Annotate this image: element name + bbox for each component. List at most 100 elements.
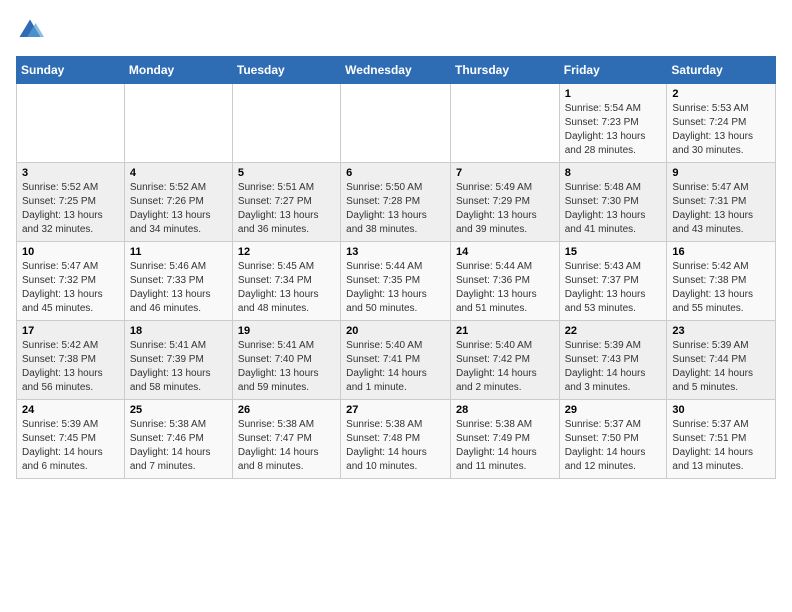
day-number: 22 bbox=[565, 325, 662, 337]
calendar-cell: 30 Sunrise: 5:37 AMSunset: 7:51 PMDayligh… bbox=[667, 400, 776, 479]
day-number: 1 bbox=[565, 88, 662, 100]
day-info: Sunrise: 5:38 AMSunset: 7:47 PMDaylight:… bbox=[238, 418, 335, 474]
day-number: 23 bbox=[672, 325, 770, 337]
calendar-cell: 29 Sunrise: 5:37 AMSunset: 7:50 PMDayligh… bbox=[559, 400, 667, 479]
day-info: Sunrise: 5:39 AMSunset: 7:45 PMDaylight:… bbox=[22, 418, 119, 474]
day-info: Sunrise: 5:54 AMSunset: 7:23 PMDaylight:… bbox=[565, 102, 662, 158]
calendar-cell: 20 Sunrise: 5:40 AMSunset: 7:41 PMDayligh… bbox=[341, 321, 451, 400]
day-info: Sunrise: 5:49 AMSunset: 7:29 PMDaylight:… bbox=[456, 181, 554, 237]
calendar-table: SundayMondayTuesdayWednesdayThursdayFrid… bbox=[16, 56, 776, 479]
weekday-header-friday: Friday bbox=[559, 57, 667, 84]
calendar-cell: 10Sunrise: 5:47 AMSunset: 7:32 PMDayligh… bbox=[17, 242, 125, 321]
calendar-cell: 13 Sunrise: 5:44 AMSunset: 7:35 PMDayligh… bbox=[341, 242, 451, 321]
weekday-header-monday: Monday bbox=[124, 57, 232, 84]
day-info: Sunrise: 5:52 AMSunset: 7:25 PMDaylight:… bbox=[22, 181, 119, 237]
calendar-cell bbox=[450, 84, 559, 163]
day-number: 9 bbox=[672, 167, 770, 179]
day-info: Sunrise: 5:40 AMSunset: 7:41 PMDaylight:… bbox=[346, 339, 445, 395]
day-number: 17 bbox=[22, 325, 119, 337]
day-info: Sunrise: 5:50 AMSunset: 7:28 PMDaylight:… bbox=[346, 181, 445, 237]
day-number: 11 bbox=[130, 246, 227, 258]
day-number: 13 bbox=[346, 246, 445, 258]
weekday-header-thursday: Thursday bbox=[450, 57, 559, 84]
calendar-cell: 2 Sunrise: 5:53 AMSunset: 7:24 PMDaylight… bbox=[667, 84, 776, 163]
calendar-cell: 19 Sunrise: 5:41 AMSunset: 7:40 PMDayligh… bbox=[232, 321, 340, 400]
calendar-cell: 23 Sunrise: 5:39 AMSunset: 7:44 PMDayligh… bbox=[667, 321, 776, 400]
calendar-cell: 25 Sunrise: 5:38 AMSunset: 7:46 PMDayligh… bbox=[124, 400, 232, 479]
calendar-cell bbox=[124, 84, 232, 163]
day-number: 15 bbox=[565, 246, 662, 258]
calendar-cell: 3 Sunrise: 5:52 AMSunset: 7:25 PMDaylight… bbox=[17, 163, 125, 242]
calendar-week-2: 3 Sunrise: 5:52 AMSunset: 7:25 PMDaylight… bbox=[17, 163, 776, 242]
day-number: 19 bbox=[238, 325, 335, 337]
day-number: 26 bbox=[238, 404, 335, 416]
day-number: 6 bbox=[346, 167, 445, 179]
calendar-header: SundayMondayTuesdayWednesdayThursdayFrid… bbox=[17, 57, 776, 84]
day-info: Sunrise: 5:39 AMSunset: 7:44 PMDaylight:… bbox=[672, 339, 770, 395]
day-number: 3 bbox=[22, 167, 119, 179]
day-info: Sunrise: 5:46 AMSunset: 7:33 PMDaylight:… bbox=[130, 260, 227, 316]
day-info: Sunrise: 5:48 AMSunset: 7:30 PMDaylight:… bbox=[565, 181, 662, 237]
day-number: 30 bbox=[672, 404, 770, 416]
calendar-cell: 11 Sunrise: 5:46 AMSunset: 7:33 PMDayligh… bbox=[124, 242, 232, 321]
calendar-cell bbox=[232, 84, 340, 163]
calendar-cell: 21Sunrise: 5:40 AMSunset: 7:42 PMDayligh… bbox=[450, 321, 559, 400]
day-number: 12 bbox=[238, 246, 335, 258]
day-info: Sunrise: 5:39 AMSunset: 7:43 PMDaylight:… bbox=[565, 339, 662, 395]
day-info: Sunrise: 5:41 AMSunset: 7:40 PMDaylight:… bbox=[238, 339, 335, 395]
day-number: 16 bbox=[672, 246, 770, 258]
calendar-cell: 16Sunrise: 5:42 AMSunset: 7:38 PMDayligh… bbox=[667, 242, 776, 321]
day-number: 28 bbox=[456, 404, 554, 416]
calendar-week-4: 17 Sunrise: 5:42 AMSunset: 7:38 PMDayligh… bbox=[17, 321, 776, 400]
calendar-cell: 9 Sunrise: 5:47 AMSunset: 7:31 PMDaylight… bbox=[667, 163, 776, 242]
day-info: Sunrise: 5:47 AMSunset: 7:31 PMDaylight:… bbox=[672, 181, 770, 237]
weekday-header-sunday: Sunday bbox=[17, 57, 125, 84]
day-info: Sunrise: 5:38 AMSunset: 7:46 PMDaylight:… bbox=[130, 418, 227, 474]
calendar-cell: 18 Sunrise: 5:41 AMSunset: 7:39 PMDayligh… bbox=[124, 321, 232, 400]
day-number: 5 bbox=[238, 167, 335, 179]
day-info: Sunrise: 5:37 AMSunset: 7:50 PMDaylight:… bbox=[565, 418, 662, 474]
day-info: Sunrise: 5:45 AMSunset: 7:34 PMDaylight:… bbox=[238, 260, 335, 316]
calendar-cell: 17 Sunrise: 5:42 AMSunset: 7:38 PMDayligh… bbox=[17, 321, 125, 400]
day-info: Sunrise: 5:51 AMSunset: 7:27 PMDaylight:… bbox=[238, 181, 335, 237]
day-number: 27 bbox=[346, 404, 445, 416]
day-info: Sunrise: 5:38 AMSunset: 7:49 PMDaylight:… bbox=[456, 418, 554, 474]
day-info: Sunrise: 5:43 AMSunset: 7:37 PMDaylight:… bbox=[565, 260, 662, 316]
weekday-header-tuesday: Tuesday bbox=[232, 57, 340, 84]
day-info: Sunrise: 5:44 AMSunset: 7:35 PMDaylight:… bbox=[346, 260, 445, 316]
calendar-cell: 8 Sunrise: 5:48 AMSunset: 7:30 PMDaylight… bbox=[559, 163, 667, 242]
calendar-cell: 15 Sunrise: 5:43 AMSunset: 7:37 PMDayligh… bbox=[559, 242, 667, 321]
day-info: Sunrise: 5:38 AMSunset: 7:48 PMDaylight:… bbox=[346, 418, 445, 474]
calendar-cell: 26 Sunrise: 5:38 AMSunset: 7:47 PMDayligh… bbox=[232, 400, 340, 479]
calendar-cell bbox=[17, 84, 125, 163]
calendar-cell: 1 Sunrise: 5:54 AMSunset: 7:23 PMDaylight… bbox=[559, 84, 667, 163]
day-info: Sunrise: 5:37 AMSunset: 7:51 PMDaylight:… bbox=[672, 418, 770, 474]
calendar-week-1: 1 Sunrise: 5:54 AMSunset: 7:23 PMDaylight… bbox=[17, 84, 776, 163]
day-number: 18 bbox=[130, 325, 227, 337]
calendar-cell: 14 Sunrise: 5:44 AMSunset: 7:36 PMDayligh… bbox=[450, 242, 559, 321]
logo-icon bbox=[16, 16, 44, 44]
day-number: 14 bbox=[456, 246, 554, 258]
day-info: Sunrise: 5:52 AMSunset: 7:26 PMDaylight:… bbox=[130, 181, 227, 237]
day-number: 20 bbox=[346, 325, 445, 337]
calendar-cell: 28 Sunrise: 5:38 AMSunset: 7:49 PMDayligh… bbox=[450, 400, 559, 479]
calendar-week-5: 24Sunrise: 5:39 AMSunset: 7:45 PMDayligh… bbox=[17, 400, 776, 479]
day-info: Sunrise: 5:47 AMSunset: 7:32 PMDaylight:… bbox=[22, 260, 119, 316]
page-header bbox=[16, 16, 776, 44]
weekday-header-wednesday: Wednesday bbox=[341, 57, 451, 84]
day-info: Sunrise: 5:41 AMSunset: 7:39 PMDaylight:… bbox=[130, 339, 227, 395]
day-number: 8 bbox=[565, 167, 662, 179]
day-info: Sunrise: 5:44 AMSunset: 7:36 PMDaylight:… bbox=[456, 260, 554, 316]
day-number: 7 bbox=[456, 167, 554, 179]
day-number: 2 bbox=[672, 88, 770, 100]
weekday-header-saturday: Saturday bbox=[667, 57, 776, 84]
day-number: 29 bbox=[565, 404, 662, 416]
day-info: Sunrise: 5:40 AMSunset: 7:42 PMDaylight:… bbox=[456, 339, 554, 395]
day-info: Sunrise: 5:42 AMSunset: 7:38 PMDaylight:… bbox=[22, 339, 119, 395]
calendar-cell: 27 Sunrise: 5:38 AMSunset: 7:48 PMDayligh… bbox=[341, 400, 451, 479]
day-number: 25 bbox=[130, 404, 227, 416]
calendar-cell: 22 Sunrise: 5:39 AMSunset: 7:43 PMDayligh… bbox=[559, 321, 667, 400]
calendar-cell: 6 Sunrise: 5:50 AMSunset: 7:28 PMDaylight… bbox=[341, 163, 451, 242]
day-info: Sunrise: 5:53 AMSunset: 7:24 PMDaylight:… bbox=[672, 102, 770, 158]
day-number: 4 bbox=[130, 167, 227, 179]
